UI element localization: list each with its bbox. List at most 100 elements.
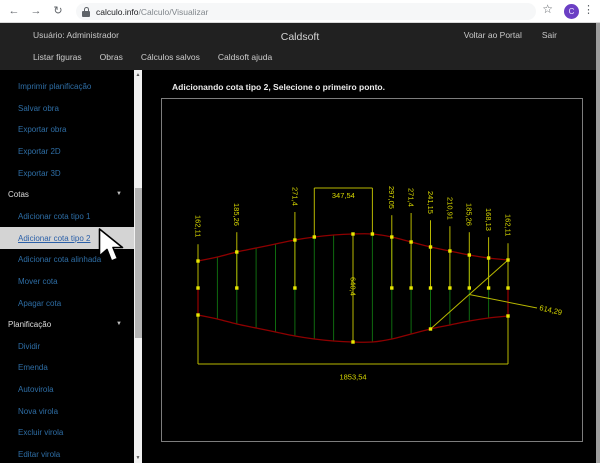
point-marker[interactable]	[390, 286, 393, 289]
dimension-label: 271,4	[290, 187, 299, 206]
dimension-label: 347,54	[332, 191, 355, 200]
back-icon[interactable]: ←	[3, 0, 25, 22]
point-marker[interactable]	[506, 286, 509, 289]
sair-link[interactable]: Sair	[542, 30, 557, 40]
point-marker[interactable]	[293, 238, 296, 241]
point-marker[interactable]	[293, 286, 296, 289]
point-marker[interactable]	[351, 232, 354, 235]
profile-drawing: 162,11185,26271,4297,05271,4241,15210,91…	[162, 99, 582, 441]
sidebar-item-adicionar-cota-tipo-2[interactable]: Adicionar cota tipo 2	[0, 232, 134, 245]
browser-toolbar: ← → ↻ calculo.info/Calculo/Visualizar ☆ …	[0, 0, 600, 23]
forward-icon[interactable]: →	[25, 0, 47, 22]
dimension-label: 614,29	[539, 303, 563, 317]
point-marker[interactable]	[196, 259, 199, 262]
sidebar-item-label: Editar virola	[18, 450, 60, 459]
point-marker[interactable]	[351, 340, 354, 343]
drawing-canvas[interactable]: 162,11185,26271,4297,05271,4241,15210,91…	[161, 98, 583, 442]
scrollbar-thumb[interactable]	[135, 188, 142, 338]
point-marker[interactable]	[235, 286, 238, 289]
sidebar-item-label: Exportar obra	[18, 125, 66, 134]
url-text[interactable]: calculo.info/Calculo/Visualizar	[96, 7, 208, 17]
point-marker[interactable]	[468, 286, 471, 289]
reload-icon[interactable]: ↻	[47, 0, 69, 22]
sidebar-item-adicionar-cota-alinhada[interactable]: Adicionar cota alinhada	[0, 253, 134, 266]
point-marker[interactable]	[409, 286, 412, 289]
status-message: Adicionando cota tipo 2, Selecione o pri…	[172, 82, 385, 92]
sidebar-item-label: Cotas	[8, 190, 29, 199]
sidebar-item-label: Excluir virola	[18, 428, 63, 437]
sidebar-item-planificacao[interactable]: Planificação ▼	[0, 318, 134, 331]
dimension-label: 210,91	[445, 197, 454, 220]
point-marker[interactable]	[487, 256, 490, 259]
sidebar-item-label: Adicionar cota alinhada	[18, 255, 101, 264]
dimension-label: 185,26	[232, 203, 241, 226]
scroll-down-icon[interactable]: ▼	[134, 455, 142, 461]
point-marker[interactable]	[429, 286, 432, 289]
voltar-ao-portal-link[interactable]: Voltar ao Portal	[464, 30, 522, 40]
sidebar-item-label: Exportar 2D	[18, 147, 61, 156]
nav-item-calculos-salvos[interactable]: Cálculos salvos	[141, 52, 200, 62]
dimension-label: 162,11	[193, 215, 202, 237]
point-marker[interactable]	[235, 250, 238, 253]
scroll-up-icon[interactable]: ▲	[134, 72, 142, 78]
sidebar-item-mover-cota[interactable]: Mover cota	[0, 275, 134, 288]
sidebar-item-label: Exportar 3D	[18, 169, 61, 178]
sidebar-item-exportar-3d[interactable]: Exportar 3D	[0, 167, 134, 180]
dimension-label: 162,11	[503, 214, 512, 236]
sidebar-item-imprimir-planificacao[interactable]: Imprimir planificação	[0, 80, 134, 93]
sidebar: Imprimir planificação Salvar obra Exportar…	[0, 70, 142, 463]
sidebar-item-cotas[interactable]: Cotas ▼	[0, 188, 134, 201]
sidebar-item-label: Salvar obra	[18, 104, 59, 113]
point-marker[interactable]	[448, 286, 451, 289]
point-marker[interactable]	[409, 240, 412, 243]
nav-item-caldsoft-ajuda[interactable]: Caldsoft ajuda	[218, 52, 272, 62]
sidebar-scrollbar[interactable]: ▲ ▼	[134, 70, 142, 463]
sidebar-item-exportar-2d[interactable]: Exportar 2D	[0, 145, 134, 158]
point-marker[interactable]	[448, 249, 451, 252]
dimension-label: 271,4	[407, 188, 416, 207]
sidebar-item-salvar-obra[interactable]: Salvar obra	[0, 102, 134, 115]
point-marker[interactable]	[196, 313, 199, 316]
sidebar-item-excluir-virola[interactable]: Excluir virola	[0, 426, 134, 439]
sidebar-item-exportar-obra[interactable]: Exportar obra	[0, 123, 134, 136]
point-marker[interactable]	[390, 235, 393, 238]
dimension-label: 168,13	[484, 208, 493, 231]
bookmark-star-icon[interactable]: ☆	[542, 2, 553, 16]
sidebar-item-emenda[interactable]: Emenda	[0, 361, 134, 374]
point-marker[interactable]	[313, 235, 316, 238]
point-marker[interactable]	[429, 245, 432, 248]
sidebar-item-label: Nova virola	[18, 407, 58, 416]
point-marker[interactable]	[506, 258, 509, 261]
sidebar-item-label: Apagar cota	[18, 299, 61, 308]
chevron-down-icon: ▼	[116, 188, 122, 201]
nav-item-listar-figuras[interactable]: Listar figuras	[33, 52, 82, 62]
dimension-label: 640,4	[348, 277, 357, 296]
sidebar-item-label: Adicionar cota tipo 2	[18, 234, 91, 243]
point-marker[interactable]	[487, 286, 490, 289]
sidebar-item-nova-virola[interactable]: Nova virola	[0, 405, 134, 418]
app-header: Usuário: Administrador Caldsoft Voltar a…	[0, 23, 600, 70]
nav-item-obras[interactable]: Obras	[100, 52, 123, 62]
menu-dots-icon[interactable]: ⋮	[583, 3, 594, 16]
leader-line	[469, 295, 537, 309]
point-marker[interactable]	[468, 253, 471, 256]
sidebar-item-adicionar-cota-tipo-1[interactable]: Adicionar cota tipo 1	[0, 210, 134, 223]
profile-avatar[interactable]: C	[564, 4, 579, 19]
chevron-down-icon: ▼	[116, 318, 122, 331]
dimension-label: 1853,54	[339, 373, 366, 382]
sidebar-item-label: Dividir	[18, 342, 40, 351]
sidebar-item-apagar-cota[interactable]: Apagar cota	[0, 297, 134, 310]
sidebar-item-label: Imprimir planificação	[18, 82, 91, 91]
point-marker[interactable]	[429, 327, 432, 330]
point-marker[interactable]	[371, 232, 374, 235]
sidebar-item-dividir[interactable]: Dividir	[0, 340, 134, 353]
point-marker[interactable]	[196, 286, 199, 289]
point-marker[interactable]	[506, 314, 509, 317]
sidebar-item-label: Mover cota	[18, 277, 58, 286]
sidebar-item-label: Planificação	[8, 320, 51, 329]
page-scrollbar[interactable]	[596, 23, 600, 463]
address-bar[interactable]: calculo.info/Calculo/Visualizar	[76, 3, 536, 20]
sidebar-item-autovirola[interactable]: Autovirola	[0, 383, 134, 396]
dimension-label: 297,05	[387, 186, 396, 209]
sidebar-item-editar-virola[interactable]: Editar virola	[0, 448, 134, 461]
